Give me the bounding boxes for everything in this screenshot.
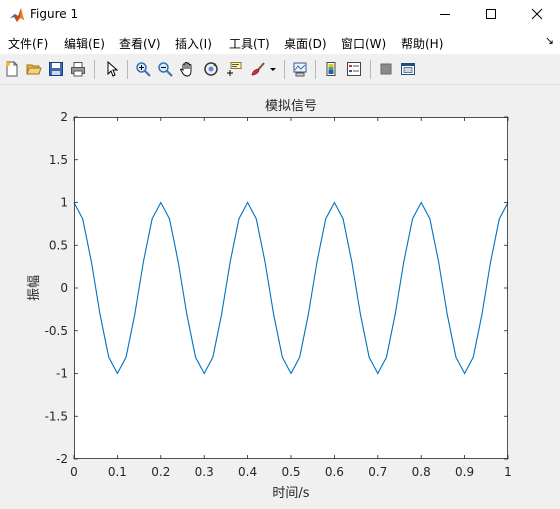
zoom-out-icon[interactable] <box>155 59 175 79</box>
toolbar-separator <box>284 60 285 79</box>
matlab-logo-icon <box>9 7 25 23</box>
menu-tools[interactable]: 工具(T) <box>229 35 270 52</box>
minimize-button[interactable] <box>422 0 468 30</box>
maximize-icon <box>485 8 497 23</box>
legend-icon[interactable] <box>344 59 364 79</box>
y-tick-label: 1 <box>60 196 68 210</box>
y-tick-label: 0.5 <box>49 238 68 252</box>
y-axis-label: 振幅 <box>27 275 42 301</box>
new-figure-icon[interactable] <box>2 59 22 79</box>
toolbar-separator <box>94 60 95 79</box>
menu-view[interactable]: 查看(V) <box>119 35 161 52</box>
x-tick-label: 0.2 <box>151 465 170 479</box>
y-tick-label: -0.5 <box>45 324 68 338</box>
x-tick-label: 0.7 <box>368 465 387 479</box>
y-tick-label: -1.5 <box>45 409 68 423</box>
x-tick-label: 0.3 <box>195 465 214 479</box>
x-tick-label: 0.9 <box>455 465 474 479</box>
y-tick-label: -2 <box>56 452 68 466</box>
title-bar[interactable]: Figure 1 <box>0 0 560 30</box>
x-tick-label: 0.6 <box>325 465 344 479</box>
x-tick-label: 0.1 <box>108 465 127 479</box>
zoom-in-icon[interactable] <box>133 59 153 79</box>
link-plot-icon[interactable] <box>290 59 310 79</box>
y-tick-label: 2 <box>60 110 68 124</box>
toolbar-separator <box>127 60 128 79</box>
x-tick-label: 0 <box>70 465 78 479</box>
y-tick-label: 1.5 <box>49 153 68 167</box>
close-button[interactable] <box>514 0 560 30</box>
show-plot-tools-icon[interactable] <box>398 59 418 79</box>
maximize-button[interactable] <box>468 0 514 30</box>
x-tick-label: 0.8 <box>412 465 431 479</box>
data-cursor-icon[interactable] <box>224 59 244 79</box>
pan-hand-icon[interactable] <box>177 59 197 79</box>
hide-plot-tools-icon[interactable] <box>376 59 396 79</box>
menu-insert[interactable]: 插入(I) <box>175 35 212 52</box>
brush-dropdown-icon[interactable] <box>267 59 279 79</box>
figure-canvas: 0 0.1 0.2 0.3 0.4 0.5 0.6 0.7 0.8 0.9 1 -2 -1.5 -1 -0.… <box>0 85 560 506</box>
minimize-icon <box>439 8 451 23</box>
figure-window: Figure 1 文件(F) 编辑(E) 查看(V) 插入(I) 工具(T) 桌… <box>0 0 560 506</box>
menu-window[interactable]: 窗口(W) <box>341 35 386 52</box>
brush-icon[interactable] <box>248 59 268 79</box>
toolbar-separator <box>315 60 316 79</box>
save-icon[interactable] <box>46 59 66 79</box>
print-icon[interactable] <box>68 59 88 79</box>
colorbar-icon[interactable] <box>321 59 341 79</box>
y-tick-label: 0 <box>60 281 68 295</box>
rotate-3d-icon[interactable] <box>201 59 221 79</box>
menu-edit[interactable]: 编辑(E) <box>64 35 105 52</box>
x-axis-label: 时间/s <box>272 486 309 501</box>
open-file-icon[interactable] <box>24 59 44 79</box>
pointer-icon[interactable] <box>102 59 122 79</box>
x-tick-label: 1 <box>504 465 512 479</box>
menu-overflow-arrow[interactable]: ↘ <box>545 34 554 47</box>
window-title: Figure 1 <box>30 7 79 21</box>
menu-desktop[interactable]: 桌面(D) <box>284 35 327 52</box>
axes-chart[interactable]: 0 0.1 0.2 0.3 0.4 0.5 0.6 0.7 0.8 0.9 1 -2 -1.5 -1 -0.… <box>0 85 560 506</box>
figure-toolbar <box>0 55 560 85</box>
y-tick-label: -1 <box>56 367 68 381</box>
menu-file[interactable]: 文件(F) <box>8 35 48 52</box>
menu-bar: 文件(F) 编辑(E) 查看(V) 插入(I) 工具(T) 桌面(D) 窗口(W… <box>0 30 560 54</box>
x-tick-label: 0.4 <box>238 465 257 479</box>
x-tick-label: 0.5 <box>281 465 300 479</box>
menu-help[interactable]: 帮助(H) <box>401 35 443 52</box>
chart-title: 模拟信号 <box>265 99 317 114</box>
toolbar-separator <box>370 60 371 79</box>
close-icon <box>531 8 543 23</box>
